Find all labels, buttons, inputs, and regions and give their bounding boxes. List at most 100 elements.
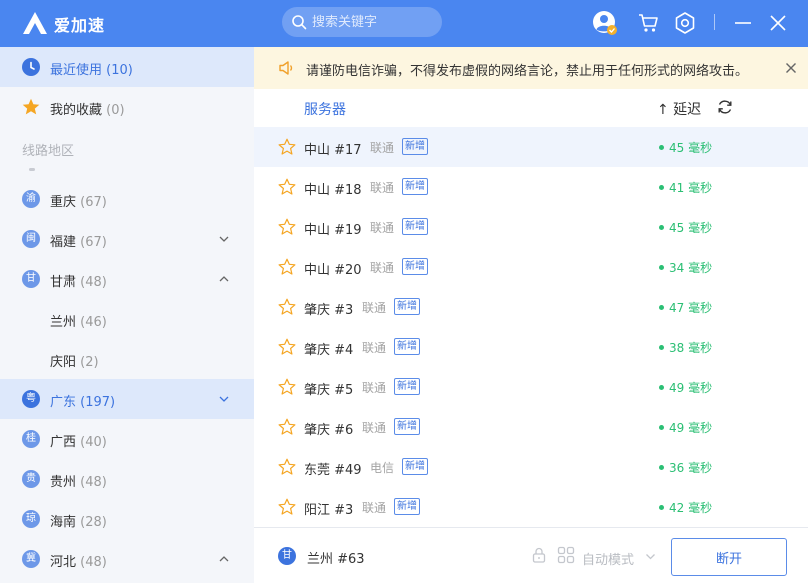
search-box[interactable] (282, 7, 442, 37)
sidebar-item-hainan[interactable]: 琼 海南 (28) (0, 499, 254, 539)
server-row[interactable]: 肇庆 #5 联通 新增 49 毫秒 (254, 367, 808, 407)
latency-dot (659, 345, 664, 350)
server-latency: 38 毫秒 (669, 341, 713, 355)
scroll-indicator (29, 168, 35, 171)
lock-icon[interactable] (530, 546, 548, 564)
chevron-down-icon[interactable] (218, 233, 230, 245)
sidebar-item-label: 重庆 (67) (50, 195, 107, 210)
star-outline-icon[interactable] (278, 218, 296, 236)
current-server-name: 兰州 #63 (307, 552, 365, 567)
sidebar-item-label: 贵州 (48) (50, 475, 107, 490)
disconnect-button[interactable]: 断开 (671, 538, 787, 576)
close-icon[interactable] (765, 10, 791, 36)
sidebar-item-guangxi[interactable]: 桂 广西 (40) (0, 419, 254, 459)
app-logo-icon (23, 12, 47, 34)
server-name: 中山 #18 (304, 183, 362, 198)
server-isp: 联通 (370, 261, 395, 275)
server-isp: 电信 (370, 461, 395, 475)
sidebar-item-label: 福建 (67) (50, 235, 107, 250)
server-isp: 联通 (370, 181, 395, 195)
star-outline-icon[interactable] (278, 178, 296, 196)
sidebar-item-hebei[interactable]: 冀 河北 (48) (0, 539, 254, 579)
server-row[interactable]: 阳江 #3 联通 新增 42 毫秒 (254, 487, 808, 527)
server-isp: 联通 (370, 141, 395, 155)
server-latency: 34 毫秒 (669, 261, 713, 275)
server-row[interactable]: 肇庆 #6 联通 新增 49 毫秒 (254, 407, 808, 447)
star-outline-icon[interactable] (278, 498, 296, 516)
latency-dot (659, 145, 664, 150)
mode-select-label[interactable]: 自动模式 (582, 549, 634, 568)
server-row[interactable]: 肇庆 #4 联通 新增 38 毫秒 (254, 327, 808, 367)
server-latency: 36 毫秒 (669, 461, 713, 475)
cart-icon[interactable] (636, 10, 662, 36)
sidebar-subitem-lanzhou[interactable]: 兰州 (46) (0, 299, 254, 339)
server-name: 东莞 #49 (304, 463, 362, 478)
sidebar-item-label: 广西 (40) (50, 435, 107, 450)
sidebar-item-chongqing[interactable]: 渝 重庆 (67) (0, 179, 254, 219)
region-badge: 琼 (22, 510, 40, 528)
titlebar-divider (714, 14, 715, 30)
latency-dot (659, 385, 664, 390)
new-badge: 新增 (394, 378, 420, 395)
server-latency: 45 毫秒 (669, 221, 713, 235)
new-badge: 新增 (394, 498, 420, 515)
chevron-up-icon[interactable] (218, 273, 230, 285)
star-filled-icon (22, 98, 40, 115)
refresh-icon[interactable] (716, 98, 734, 116)
grid-mode-icon[interactable] (557, 546, 575, 564)
server-latency: 41 毫秒 (669, 181, 713, 195)
server-row[interactable]: 中山 #17 联通 新增 45 毫秒 (254, 127, 808, 167)
region-badge: 渝 (22, 190, 40, 208)
star-outline-icon[interactable] (278, 418, 296, 436)
star-outline-icon[interactable] (278, 458, 296, 476)
new-badge: 新增 (394, 418, 420, 435)
star-outline-icon[interactable] (278, 258, 296, 276)
notice-close-icon[interactable] (783, 60, 799, 76)
server-row[interactable]: 东莞 #49 电信 新增 36 毫秒 (254, 447, 808, 487)
chevron-up-icon[interactable] (218, 553, 230, 565)
region-badge: 粤 (22, 390, 40, 408)
latency-dot (659, 265, 664, 270)
server-isp: 联通 (362, 381, 387, 395)
sidebar-item-guizhou[interactable]: 贵 贵州 (48) (0, 459, 254, 499)
latency-dot (659, 505, 664, 510)
star-outline-icon[interactable] (278, 338, 296, 356)
new-badge: 新增 (402, 458, 428, 475)
star-outline-icon[interactable] (278, 298, 296, 316)
server-isp: 联通 (362, 421, 387, 435)
sidebar-item-gansu[interactable]: 甘 甘肃 (48) (0, 259, 254, 299)
star-outline-icon[interactable] (278, 378, 296, 396)
server-row[interactable]: 中山 #19 联通 新增 45 毫秒 (254, 207, 808, 247)
sidebar-item-label: 广东 (197) (50, 395, 116, 410)
chevron-down-icon[interactable] (218, 393, 230, 405)
server-row[interactable]: 中山 #18 联通 新增 41 毫秒 (254, 167, 808, 207)
server-isp: 联通 (362, 501, 387, 515)
sidebar-item-label: 甘肃 (48) (50, 275, 107, 290)
chevron-down-icon[interactable] (645, 551, 656, 562)
star-outline-icon[interactable] (278, 138, 296, 156)
latency-dot (659, 465, 664, 470)
sidebar-item-favorites[interactable]: 我的收藏 (0) (0, 87, 254, 127)
sidebar-item-guangdong[interactable]: 粤 广东 (197) (0, 379, 254, 419)
region-badge: 闽 (22, 230, 40, 248)
server-row[interactable]: 肇庆 #3 联通 新增 47 毫秒 (254, 287, 808, 327)
column-header-latency[interactable]: ↑ 延迟 (657, 99, 701, 119)
sidebar-subitem-qingyang[interactable]: 庆阳 (2) (0, 339, 254, 379)
column-header-server[interactable]: 服务器 (304, 99, 346, 119)
new-badge: 新增 (394, 338, 420, 355)
notice-text: 请谨防电信诈骗，不得发布虚假的网络言论，禁止用于任何形式的网络攻击。 (306, 64, 749, 79)
minimize-icon[interactable] (730, 10, 756, 36)
server-row[interactable]: 中山 #20 联通 新增 34 毫秒 (254, 247, 808, 287)
connection-bar: 甘 兰州 #63 自动模式 断开 (254, 527, 808, 583)
search-input[interactable] (312, 12, 434, 32)
server-name: 中山 #17 (304, 143, 362, 158)
server-name: 肇庆 #5 (304, 383, 354, 398)
sidebar-item-recent[interactable]: 最近使用 (10) (0, 47, 254, 87)
sidebar-item-fujian[interactable]: 闽 福建 (67) (0, 219, 254, 259)
server-latency: 45 毫秒 (669, 141, 713, 155)
new-badge: 新增 (402, 258, 428, 275)
new-badge: 新增 (394, 298, 420, 315)
clock-icon (22, 58, 40, 76)
gear-icon[interactable] (672, 10, 698, 36)
user-avatar-icon[interactable] (592, 10, 618, 36)
